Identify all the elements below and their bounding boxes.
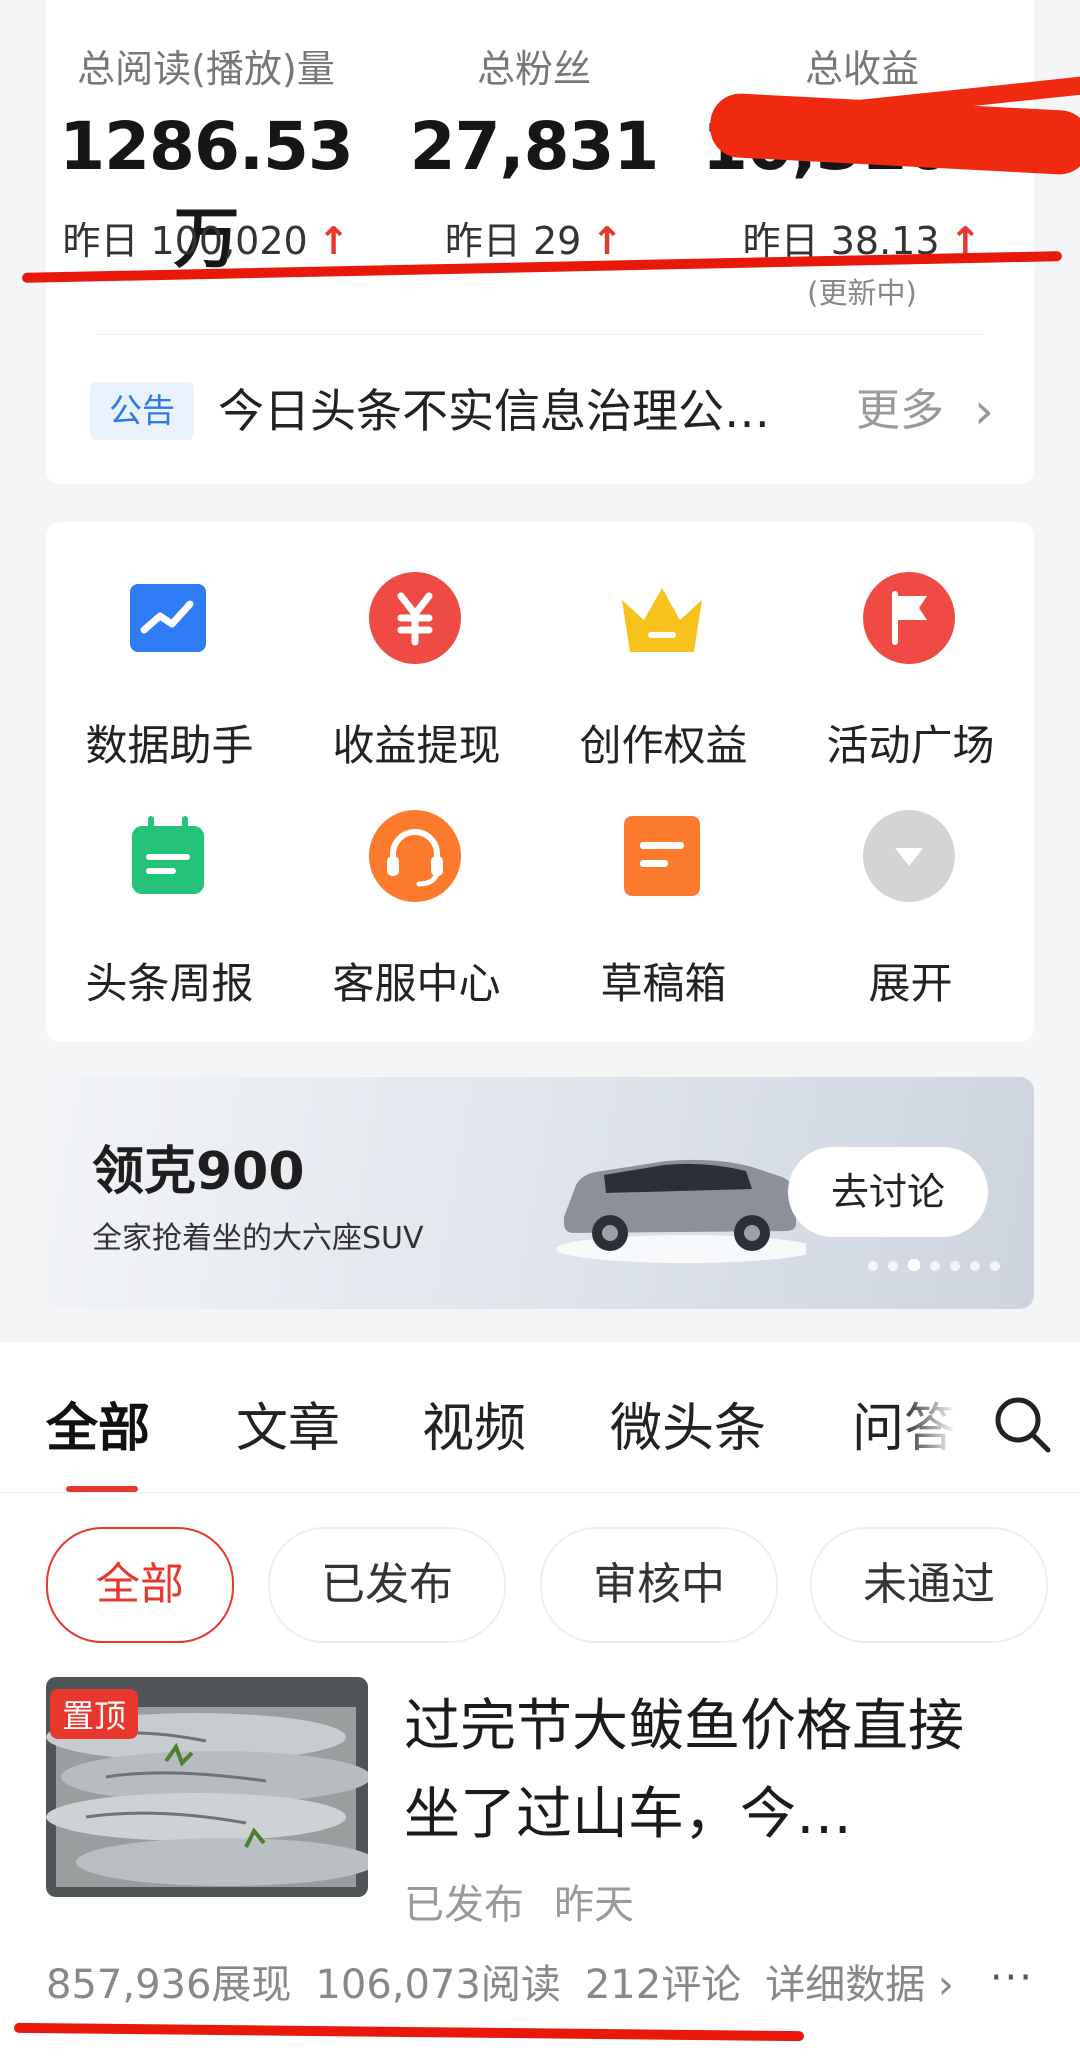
article-title[interactable]: 过完节大鲅鱼价格直接坐了过山车，今… [404,1683,1004,1859]
tools-card: 数据助手 收益提现 创作权益 活动广场 头条周报 客服中心 草稿箱 展开 [46,522,1034,1042]
divider [98,334,982,335]
tool-income-withdraw[interactable]: 收益提现 [293,542,540,770]
tool-label: 数据助手 [85,721,254,770]
tab-videos[interactable]: 视频 [422,1386,526,1461]
filter-reviewing[interactable]: 审核中 [540,1527,778,1643]
notice-row[interactable]: 公告 今日头条不实信息治理公… 更多 › [90,376,994,446]
more-options-icon[interactable]: ··· [990,1955,1034,2001]
tool-label: 活动广场 [826,721,995,770]
stat-yesterday: 昨日 29 ↑ [444,219,624,263]
carousel-dot-active [908,1259,920,1271]
article-thumbnail[interactable]: 置顶 [46,1677,368,1897]
article-time: 昨天 [554,1882,634,1928]
pinned-badge: 置顶 [50,1689,139,1739]
tool-weekly-report[interactable]: 头条周报 [46,780,293,1008]
filter-rejected[interactable]: 未通过 [810,1527,1048,1643]
banner-title: 领克900 [92,1142,305,1202]
notice-tag: 公告 [90,382,194,440]
stats-card: 总阅读(播放)量 1286.53万 昨日 100,020 ↑ 总粉丝 27,831… [22,0,1080,484]
tab-indicator [66,1486,138,1492]
stat-label: 总粉丝 [476,47,591,91]
tool-drafts[interactable]: 草稿箱 [540,780,787,1008]
tool-customer-service[interactable]: 客服中心 [293,780,540,1008]
tool-label: 草稿箱 [600,959,727,1008]
carousel-dot [868,1261,878,1271]
stat-label: 总阅读(播放)量 [77,47,335,91]
car-image [556,1159,806,1263]
tool-label: 收益提现 [332,721,501,770]
tool-activity-square[interactable]: 活动广场 [787,542,1034,770]
tab-all[interactable]: 全部 [46,1386,150,1461]
stat-value: 27,831 [409,108,660,185]
stat-yesterday: 昨日 100,020 ↑ [62,219,350,263]
discuss-button[interactable]: 去讨论 [788,1147,988,1237]
carousel-dots [858,1256,1000,1275]
crown-icon [622,588,702,652]
comments-count: 212评论 [584,1962,742,2008]
tab-micro-posts[interactable]: 微头条 [610,1386,766,1461]
article-stats: 857,936展现 106,073阅读 212评论 详细数据 › [46,1952,978,2010]
updating-note: (更新中) [807,276,917,310]
filter-all[interactable]: 全部 [46,1527,234,1643]
tool-expand[interactable]: 展开 [787,780,1034,1008]
content-area: 全部 文章 视频 微头条 问答 全部 已发布 审核中 未通过 [0,1342,1080,2062]
search-icon[interactable] [990,1392,1054,1456]
tool-label: 展开 [868,959,953,1008]
carousel-dot [888,1261,898,1271]
detail-data-link[interactable]: 详细数据 › [765,1962,954,2008]
carousel-dot [990,1261,1000,1271]
tool-data-assistant[interactable]: 数据助手 [46,542,293,770]
flag-icon [863,572,955,664]
tab-articles[interactable]: 文章 [236,1386,340,1461]
notice-more-link[interactable]: 更多 [856,382,944,440]
reads-count: 106,073阅读 [315,1962,561,2008]
notice-text[interactable]: 今日头条不实信息治理公… [218,382,818,440]
chevron-down-icon [863,810,955,902]
status-filters: 全部 已发布 审核中 未通过 [0,1527,1080,1647]
carousel-dot [950,1261,960,1271]
yuan-icon [369,572,461,664]
chart-trend-icon [130,584,206,652]
tab-fade [900,1362,980,1472]
carousel-dot [930,1261,940,1271]
article-status: 已发布 [404,1882,524,1928]
chevron-right-icon[interactable]: › [974,382,994,440]
draft-icon [624,816,700,896]
tool-label: 创作权益 [579,721,748,770]
arrow-up-icon: ↑ [317,219,350,263]
arrow-up-icon: ↑ [591,219,624,263]
stat-label: 总收益 [804,47,919,91]
headset-icon [369,810,461,902]
promo-banner[interactable]: 领克900 全家抢着坐的大六座SUV 去讨论 [46,1077,1034,1309]
tool-creator-rights[interactable]: 创作权益 [540,542,787,770]
calendar-icon [132,816,204,894]
article-item[interactable]: 置顶 过完节大鲅鱼价格直接坐了过山车，今… 已发布 昨天 857,936展现 106… [0,1677,1080,2010]
red-underline-annotation [13,2022,805,2042]
content-tabs: 全部 文章 视频 微头条 问答 [0,1342,1080,1493]
carousel-dot [970,1261,980,1271]
banner-subtitle: 全家抢着坐的大六座SUV [92,1221,424,1256]
article-meta: 已发布 昨天 [404,1872,664,1930]
impressions-count: 857,936展现 [46,1962,292,2008]
tool-label: 头条周报 [85,959,254,1008]
tool-label: 客服中心 [332,959,501,1008]
filter-published[interactable]: 已发布 [268,1527,506,1643]
